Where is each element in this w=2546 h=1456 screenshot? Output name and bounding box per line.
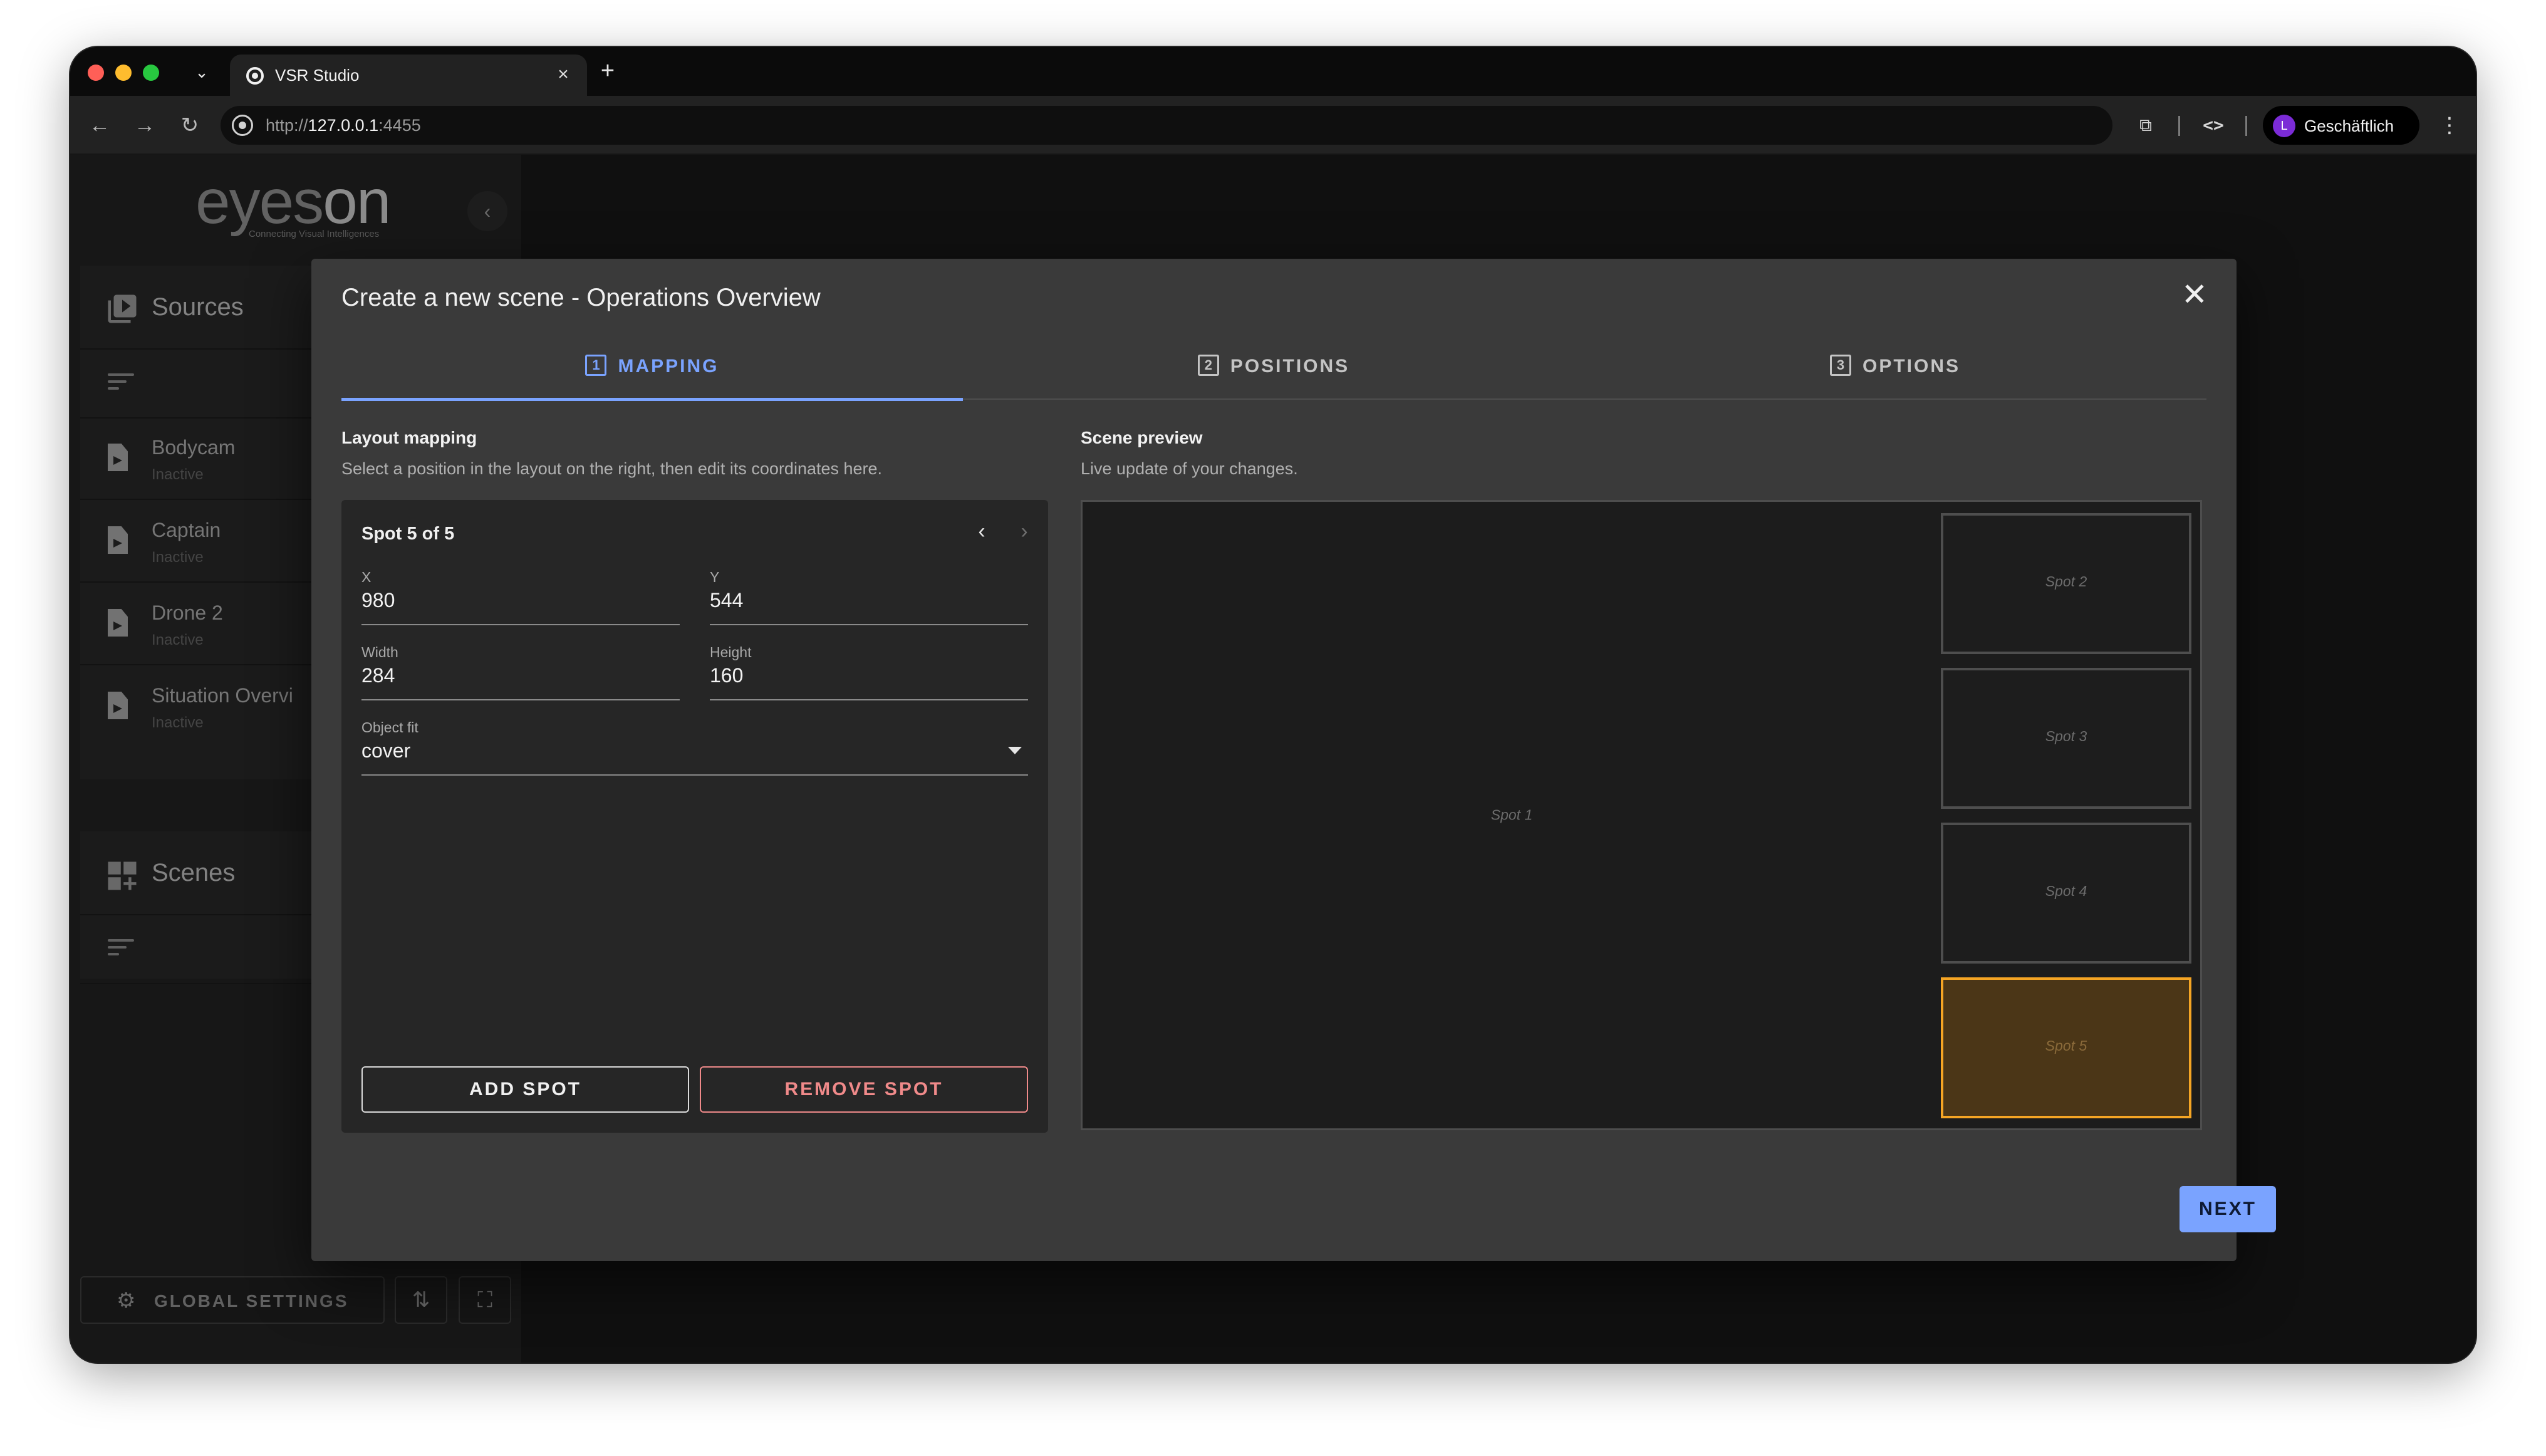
x-input[interactable] — [361, 589, 680, 612]
spot-label: Spot 5 — [2045, 1037, 2087, 1054]
height-label: Height — [710, 644, 752, 660]
profile-button[interactable]: L Geschäftlich — [2263, 106, 2419, 145]
url-scheme: http:// — [266, 116, 308, 135]
close-window-button[interactable] — [88, 65, 104, 81]
preview-spot-1[interactable]: Spot 1 — [1083, 502, 1941, 1128]
favicon-icon — [246, 67, 264, 85]
preview-spot-5-selected[interactable]: Spot 5 — [1941, 977, 2191, 1118]
browser-toolbar: ← → ↻ http://127.0.0.1:4455 ⧉ <> L Gesch… — [70, 96, 2476, 155]
scene-preview: Spot 1 Spot 2 Spot 3 Spot 4 Spot 5 — [1081, 500, 2202, 1130]
step-label: POSITIONS — [1230, 356, 1350, 377]
back-arrow-icon[interactable]: ← — [85, 111, 114, 140]
forward-arrow-icon[interactable]: → — [130, 111, 159, 140]
browser-window: ⌄ VSR Studio × + ← → ↻ http://127.0.0.1:… — [70, 47, 2476, 1363]
tab-title: VSR Studio — [275, 66, 360, 85]
toolbar-divider — [2178, 116, 2180, 136]
create-scene-dialog: Create a new scene - Operations Overview… — [311, 259, 2276, 1261]
scene-preview-subtitle: Live update of your changes. — [1081, 459, 1298, 478]
stepper: 1 MAPPING 2 POSITIONS 3 OPTIONS — [341, 337, 2206, 401]
step-mapping[interactable]: 1 MAPPING — [341, 337, 963, 401]
spot-label: Spot 1 — [1490, 806, 1533, 823]
reload-icon[interactable]: ↻ — [175, 111, 204, 140]
x-label: X — [361, 569, 372, 585]
y-label: Y — [710, 569, 720, 585]
layout-mapping-title: Layout mapping — [341, 428, 477, 447]
extensions-icon[interactable]: ⧉ — [2131, 111, 2160, 140]
step-content: 1 MAPPING — [341, 355, 963, 378]
app-page: eyeson Connecting Visual Intelligences ‹… — [70, 155, 2476, 1363]
width-input[interactable] — [361, 664, 680, 687]
minimize-window-button[interactable] — [115, 65, 132, 81]
tab-close-icon[interactable]: × — [552, 63, 574, 86]
url-text: http://127.0.0.1:4455 — [266, 116, 421, 135]
next-button[interactable]: NEXT — [2180, 1186, 2276, 1232]
remove-spot-button[interactable]: REMOVE SPOT — [700, 1066, 1028, 1113]
preview-spot-4[interactable]: Spot 4 — [1941, 823, 2191, 964]
y-input[interactable] — [710, 589, 1028, 612]
close-icon[interactable]: ✕ — [2179, 279, 2210, 310]
tab-search-chevron-icon[interactable]: ⌄ — [189, 60, 214, 85]
browser-menu-icon[interactable]: ⋮ — [2437, 110, 2462, 141]
dialog-title: Create a new scene - Operations Overview — [341, 284, 821, 311]
add-spot-button[interactable]: ADD SPOT — [361, 1066, 689, 1113]
step-number: 1 — [585, 355, 607, 377]
step-number: 3 — [1829, 355, 1851, 377]
mapping-card: Spot 5 of 5 ‹ › X Y Width Height — [341, 500, 1048, 1133]
active-step-indicator — [341, 398, 963, 401]
preview-spot-2[interactable]: Spot 2 — [1941, 513, 2191, 654]
site-info-icon[interactable] — [232, 115, 253, 136]
previous-spot-chevron-icon[interactable]: ‹ — [968, 517, 995, 545]
width-label: Width — [361, 644, 398, 660]
browser-tab[interactable]: VSR Studio × — [230, 55, 587, 96]
spot-counter: Spot 5 of 5 — [361, 524, 455, 544]
step-label: OPTIONS — [1862, 356, 1960, 377]
url-host: 127.0.0.1 — [308, 116, 379, 135]
devtools-code-icon[interactable]: <> — [2199, 111, 2228, 140]
step-positions[interactable]: 2 POSITIONS — [963, 337, 1584, 400]
width-field[interactable]: Width — [361, 644, 680, 700]
maximize-window-button[interactable] — [143, 65, 159, 81]
scene-preview-title: Scene preview — [1081, 428, 1203, 447]
spot-label: Spot 2 — [2045, 573, 2087, 590]
step-content: 3 OPTIONS — [1584, 355, 2206, 378]
step-options[interactable]: 3 OPTIONS — [1584, 337, 2206, 400]
toolbar-divider — [2245, 116, 2247, 136]
step-number: 2 — [1197, 355, 1219, 377]
next-spot-chevron-icon[interactable]: › — [1011, 517, 1038, 545]
address-bar[interactable]: http://127.0.0.1:4455 — [221, 106, 2112, 145]
new-tab-button[interactable]: + — [595, 58, 620, 83]
step-label: MAPPING — [618, 356, 719, 377]
preview-spot-3[interactable]: Spot 3 — [1941, 668, 2191, 809]
object-fit-select[interactable]: Object fit cover — [361, 719, 1028, 776]
layout-mapping-subtitle: Select a position in the layout on the r… — [341, 459, 883, 478]
height-field[interactable]: Height — [710, 644, 1028, 700]
tab-strip: ⌄ VSR Studio × + — [70, 47, 2476, 96]
spot-label: Spot 3 — [2045, 728, 2087, 744]
spot-label: Spot 4 — [2045, 883, 2087, 899]
step-content: 2 POSITIONS — [963, 355, 1584, 378]
profile-name: Geschäftlich — [2304, 117, 2394, 135]
height-input[interactable] — [710, 664, 1028, 687]
url-port: :4455 — [378, 116, 421, 135]
object-fit-value: cover — [361, 739, 411, 762]
x-field[interactable]: X — [361, 569, 680, 625]
profile-avatar: L — [2273, 115, 2295, 137]
y-field[interactable]: Y — [710, 569, 1028, 625]
object-fit-label: Object fit — [361, 719, 418, 736]
dropdown-arrow-icon — [1008, 747, 1022, 754]
